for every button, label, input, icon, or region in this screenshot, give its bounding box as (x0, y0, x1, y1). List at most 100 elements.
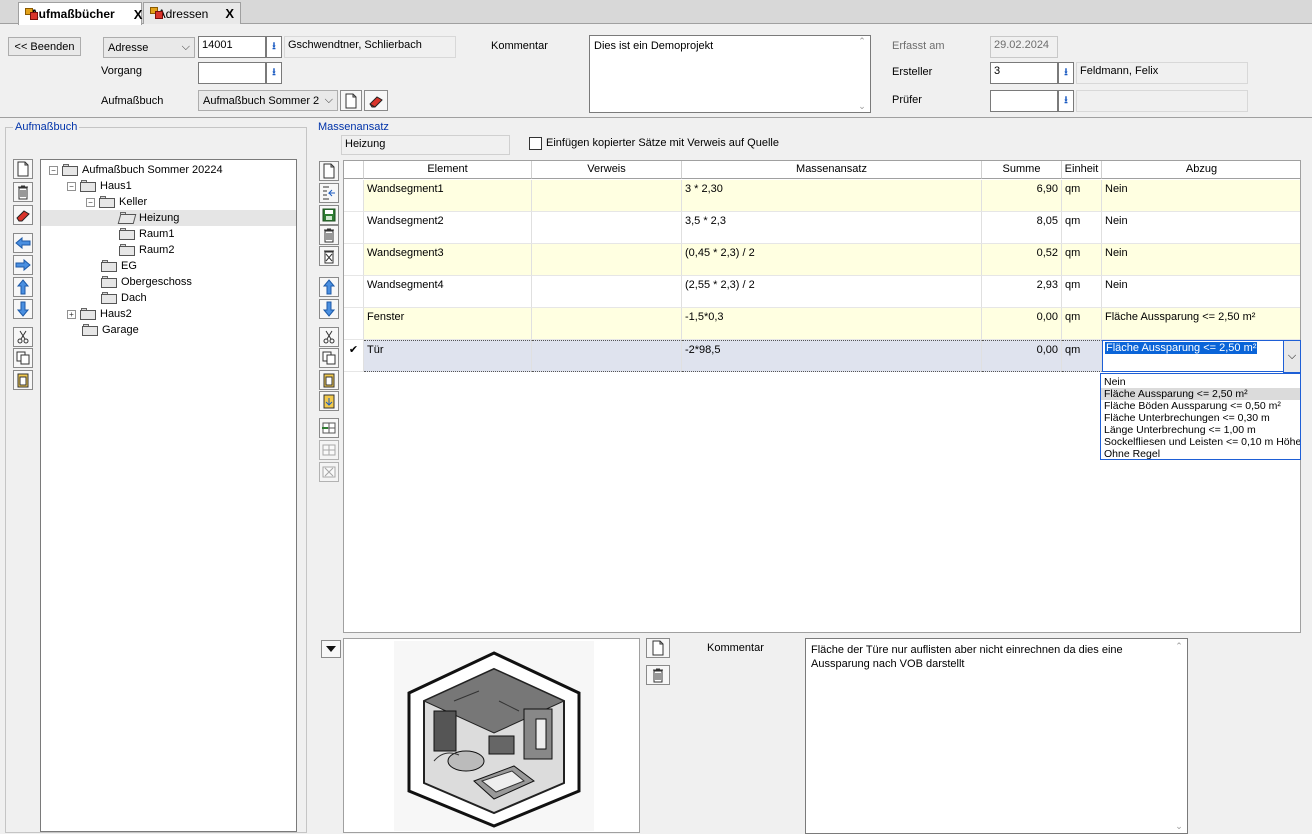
arrow-left-icon[interactable] (13, 233, 33, 253)
table-cell[interactable]: Wandsegment1 (364, 180, 532, 212)
column-header-massenansatz[interactable]: Massenansatz (682, 161, 982, 179)
table-cell[interactable]: Wandsegment2 (364, 212, 532, 244)
collapse-triangle-icon[interactable] (321, 640, 341, 658)
table-cell[interactable] (532, 308, 682, 340)
download-arrow-icon[interactable]: ⭳ (1058, 62, 1074, 84)
pruefer-field[interactable] (990, 90, 1058, 112)
column-header-element[interactable]: Element (364, 161, 532, 179)
table-cell[interactable]: -1,5*0,3 (682, 308, 982, 340)
tree-node[interactable]: Garage (82, 322, 139, 338)
table-cell[interactable]: -2*98,5 (682, 340, 982, 372)
abzug-dropdown-list[interactable]: Nein Fläche Aussparung <= 2,50 m² Fläche… (1100, 373, 1301, 460)
eraser-icon[interactable] (13, 205, 33, 225)
table-insert-icon[interactable] (319, 418, 339, 438)
row-selector-current[interactable]: ✔ (344, 340, 364, 372)
adresse-type-select[interactable]: Adresse ⌵ (103, 37, 195, 58)
tree-node-selected[interactable]: Heizung (41, 210, 296, 226)
new-document-icon[interactable] (340, 90, 362, 111)
table-cell[interactable]: Fenster (364, 308, 532, 340)
eraser-icon[interactable] (364, 90, 388, 111)
row-selector[interactable] (344, 308, 364, 340)
column-header-summe[interactable]: Summe (982, 161, 1062, 179)
download-arrow-icon[interactable]: ⭳ (266, 62, 282, 84)
table-cell[interactable]: qm (1062, 276, 1102, 308)
new-document-icon[interactable] (319, 161, 339, 181)
adresse-number-field[interactable]: 14001 (198, 36, 266, 58)
table-cell[interactable]: qm (1062, 244, 1102, 276)
abzug-combo-editor[interactable]: Fläche Aussparung <= 2,50 m² (1102, 340, 1300, 372)
trash-icon[interactable] (13, 182, 33, 202)
row-selector[interactable] (344, 180, 364, 212)
tab-adressen[interactable]: Adressen X (143, 2, 241, 24)
aufmassbuch-select[interactable]: Aufmaßbuch Sommer 2 ⌵ (198, 90, 338, 111)
dropdown-option[interactable]: Ohne Regel (1101, 448, 1300, 459)
table-cell[interactable]: Nein (1102, 180, 1300, 212)
table-cell[interactable]: Nein (1102, 276, 1300, 308)
insert-row-icon[interactable] (319, 183, 339, 203)
table-icon[interactable] (319, 440, 339, 460)
dropdown-option[interactable]: Fläche Böden Aussparung <= 0,50 m² (1101, 400, 1300, 412)
kommentar-textarea[interactable]: Dies ist ein Demoprojekt ⌃ ⌄ (589, 35, 871, 113)
table-cell[interactable]: qm (1062, 308, 1102, 340)
download-arrow-icon[interactable]: ⭳ (1058, 90, 1074, 112)
scissors-icon[interactable] (319, 327, 339, 347)
arrow-up-icon[interactable] (319, 277, 339, 297)
tree-node[interactable]: EG (101, 258, 137, 274)
table-delete-icon[interactable] (319, 462, 339, 482)
table-cell[interactable] (532, 244, 682, 276)
tree-node[interactable]: Raum1 (119, 226, 174, 242)
save-disk-icon[interactable] (319, 205, 339, 225)
clipboard-icon[interactable] (13, 370, 33, 390)
scrollbar[interactable]: ⌃ ⌄ (854, 36, 870, 112)
tree-node[interactable]: + Haus2 (67, 306, 132, 322)
clipboard-icon[interactable] (319, 370, 339, 390)
row-selector[interactable] (344, 276, 364, 308)
table-cell[interactable]: Wandsegment3 (364, 244, 532, 276)
tree-node[interactable]: Obergeschoss (101, 274, 192, 290)
row-selector[interactable] (344, 244, 364, 276)
trash-icon[interactable] (319, 225, 339, 245)
table-cell[interactable]: 3,5 * 2,3 (682, 212, 982, 244)
dropdown-option[interactable]: Sockelfliesen und Leisten <= 0,10 m Höhe (1101, 436, 1300, 448)
arrow-down-icon[interactable] (13, 299, 33, 319)
table-cell[interactable] (532, 276, 682, 308)
beenden-button[interactable]: << Beenden (8, 37, 81, 56)
table-cell[interactable]: qm (1062, 340, 1102, 372)
table-cell[interactable]: Tür (364, 340, 532, 372)
table-cell[interactable]: Fläche Aussparung <= 2,50 m² (1102, 308, 1300, 340)
copy-icon[interactable] (319, 348, 339, 368)
close-icon[interactable]: X (134, 7, 143, 22)
new-document-icon[interactable] (13, 159, 33, 179)
arrow-down-icon[interactable] (319, 299, 339, 319)
tree-node[interactable]: Dach (101, 290, 147, 306)
new-document-icon[interactable] (646, 638, 670, 658)
table-cell[interactable]: Nein (1102, 212, 1300, 244)
row-selector[interactable] (344, 212, 364, 244)
table-cell[interactable]: 3 * 2,30 (682, 180, 982, 212)
dropdown-option-highlighted[interactable]: Fläche Aussparung <= 2,50 m² (1101, 388, 1300, 400)
collapse-icon[interactable]: − (67, 181, 76, 191)
table-cell[interactable]: (0,45 * 2,3) / 2 (682, 244, 982, 276)
download-arrow-icon[interactable]: ⭳ (266, 36, 282, 58)
arrow-up-icon[interactable] (13, 277, 33, 297)
ersteller-field[interactable]: 3 (990, 62, 1058, 84)
column-header-verweis[interactable]: Verweis (532, 161, 682, 179)
column-header-einheit[interactable]: Einheit (1062, 161, 1102, 179)
dropdown-option[interactable]: Fläche Unterbrechungen <= 0,30 m (1101, 412, 1300, 424)
trash-all-icon[interactable] (319, 246, 339, 266)
expand-icon[interactable]: + (67, 309, 76, 319)
table-cell[interactable]: qm (1062, 180, 1102, 212)
scrollbar[interactable]: ⌃ ⌄ (1171, 639, 1187, 833)
vorgang-field[interactable] (198, 62, 266, 84)
scissors-icon[interactable] (13, 327, 33, 347)
table-cell[interactable] (532, 340, 682, 372)
tree-node[interactable]: − Aufmaßbuch Sommer 20224 (49, 162, 223, 178)
paste-reference-icon[interactable] (319, 391, 339, 411)
aufmassbuch-tree[interactable]: − Aufmaßbuch Sommer 20224 − Haus1 − Kell… (40, 159, 297, 832)
table-cell[interactable]: qm (1062, 212, 1102, 244)
collapse-icon[interactable]: − (49, 165, 58, 175)
chevron-down-icon[interactable]: ⌵ (1283, 340, 1301, 373)
close-icon[interactable]: X (225, 6, 234, 21)
table-cell[interactable] (532, 212, 682, 244)
verweis-checkbox[interactable] (529, 137, 542, 150)
